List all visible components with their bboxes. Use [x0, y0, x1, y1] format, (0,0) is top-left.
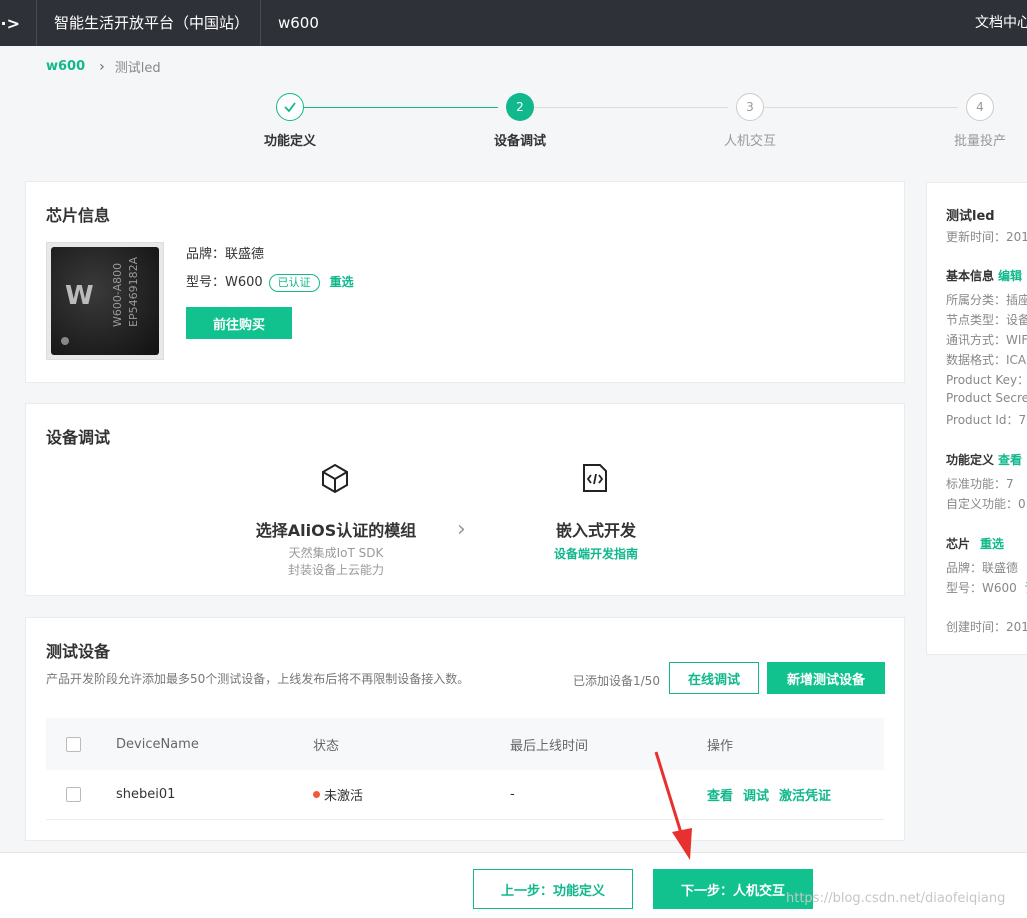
- breadcrumb-current: 测试led: [114, 61, 161, 76]
- side-chip-heading: 芯片 重选: [946, 535, 1004, 552]
- device-name: shebei01: [116, 787, 176, 802]
- device-actions: 查看 调试 激活凭证: [707, 770, 841, 819]
- row-checkbox[interactable]: [66, 787, 81, 802]
- progress-steps: 2 3 4 功能定义 设备调试 人机交互 批量投产: [0, 92, 1027, 152]
- prev-step-button[interactable]: 上一步：功能定义: [473, 869, 633, 909]
- certified-badge: 已认证: [268, 274, 320, 292]
- breadcrumb-parent[interactable]: w600: [46, 59, 85, 74]
- chip-image: W W600-A800 EP5469182A: [46, 242, 164, 360]
- watermark: https://blog.csdn.net/diaofeiqiang: [786, 891, 1006, 906]
- online-debug-button[interactable]: 在线调试: [669, 662, 759, 694]
- test-devices-note: 产品开发阶段允许添加最多50个测试设备，上线发布后将不再限制设备接入数。: [46, 672, 470, 686]
- chip-print-1: W600-A800: [111, 262, 124, 327]
- cube-icon: [320, 462, 350, 498]
- side-func-row: 标准功能：7: [946, 477, 1014, 491]
- step-connector: [534, 107, 728, 108]
- step-2-circle[interactable]: 2: [506, 93, 534, 121]
- step-1-label[interactable]: 功能定义: [264, 130, 316, 149]
- device-debug-title: 设备调试: [46, 428, 111, 447]
- embedded-dev-option[interactable]: 嵌入式开发 设备端开发指南: [526, 517, 666, 562]
- added-count: 已添加设备1/50: [573, 674, 660, 688]
- side-basic-row: 数据格式：ICA: [946, 353, 1027, 367]
- chip-pin-dot: [61, 337, 69, 345]
- add-test-device-button[interactable]: 新增测试设备: [767, 662, 885, 694]
- col-devicename: DeviceName: [116, 736, 199, 752]
- side-chip-title: 芯片: [946, 537, 971, 551]
- step-3-label[interactable]: 人机交互: [724, 130, 776, 149]
- chip-model: 型号：W600: [186, 275, 263, 290]
- module-option-sub1: 天然集成IoT SDK: [288, 546, 384, 560]
- side-chip-model: 型号：W600: [946, 581, 1017, 595]
- code-file-icon: [580, 462, 610, 498]
- side-basic-edit[interactable]: 编辑: [998, 269, 1022, 283]
- step-connector: [764, 107, 958, 108]
- side-func-view[interactable]: 查看: [998, 453, 1022, 467]
- test-devices-card: 测试设备 产品开发阶段允许添加最多50个测试设备，上线发布后将不再限制设备接入数…: [25, 617, 905, 841]
- module-option-sub2: 封装设备上云能力: [287, 563, 384, 577]
- devices-table: DeviceName 状态 最后上线时间 操作 shebei01 未激活 - 查…: [46, 718, 884, 820]
- activation-credential-action[interactable]: 激活凭证: [779, 785, 831, 804]
- product-name[interactable]: w600: [261, 14, 319, 32]
- side-basic-title: 基本信息: [946, 269, 995, 283]
- annotation-arrow-icon: [654, 751, 692, 860]
- step-4-label[interactable]: 批量投产: [954, 130, 1006, 149]
- module-option[interactable]: 选择AliOS认证的模组 天然集成IoT SDK 封装设备上云能力: [236, 517, 436, 579]
- chevron-right-icon: ›: [99, 58, 105, 75]
- test-devices-title: 测试设备: [46, 642, 111, 661]
- select-all-checkbox[interactable]: [66, 736, 81, 752]
- chip-logo-icon: W: [65, 281, 94, 311]
- chip-info-title: 芯片信息: [46, 206, 111, 225]
- side-basic-row: Product Id：70: [946, 413, 1027, 427]
- docs-link[interactable]: 文档中心: [975, 0, 1027, 46]
- col-status: 状态: [313, 738, 340, 754]
- chip-brand: 品牌：联盛德: [186, 247, 265, 262]
- side-chip-row: 型号：W600详: [946, 579, 1027, 596]
- col-last-online: 最后上线时间: [510, 738, 589, 754]
- chip-print-2: EP5469182A: [127, 256, 140, 327]
- side-product-title: 测试led: [946, 209, 995, 224]
- view-action[interactable]: 查看: [707, 785, 733, 804]
- step-4-circle[interactable]: 4: [966, 93, 994, 121]
- side-chip-reselect[interactable]: 重选: [980, 537, 1004, 551]
- side-created: 创建时间：201: [946, 620, 1027, 634]
- side-updated: 更新时间：201: [946, 230, 1027, 244]
- reselect-chip-link[interactable]: 重选: [330, 275, 354, 289]
- module-option-title: 选择AliOS认证的模组: [255, 521, 417, 540]
- device-status-text: 未激活: [324, 789, 364, 804]
- device-dev-guide-link[interactable]: 设备端开发指南: [526, 545, 666, 562]
- side-basic-row: 节点类型：设备: [946, 313, 1027, 327]
- side-func-heading: 功能定义 查看: [946, 451, 1022, 468]
- chip-info-card: 芯片信息 W W600-A800 EP5469182A 品牌：联盛德 型号：W6…: [25, 181, 905, 383]
- step-3-circle[interactable]: 3: [736, 93, 764, 121]
- side-basic-heading: 基本信息 编辑: [946, 267, 1022, 284]
- debug-action[interactable]: 调试: [743, 785, 769, 804]
- col-actions: 操作: [707, 738, 734, 754]
- product-info-panel: 测试led 更新时间：201 基本信息 编辑 所属分类：插座 节点类型：设备 通讯…: [926, 182, 1027, 655]
- buy-button[interactable]: 前往购买: [186, 307, 292, 339]
- side-chip-row: 品牌：联盛德: [946, 561, 1019, 575]
- status-dot-icon: [313, 791, 320, 798]
- chip-model-row: 型号：W600 已认证 重选: [186, 271, 354, 292]
- top-nav-bar: <·> 智能生活开放平台（中国站） w600 文档中心: [0, 0, 1027, 46]
- step-1-check-icon[interactable]: [276, 93, 304, 121]
- platform-name[interactable]: 智能生活开放平台（中国站）: [37, 0, 261, 46]
- step-2-label[interactable]: 设备调试: [494, 130, 546, 149]
- side-basic-row: 所属分类：插座: [946, 293, 1027, 307]
- breadcrumb: w600 › 测试led: [46, 57, 161, 77]
- embedded-dev-title: 嵌入式开发: [555, 521, 636, 540]
- side-basic-row: 通讯方式：WIFI: [946, 333, 1027, 347]
- logo[interactable]: <·>: [0, 0, 37, 46]
- device-status: 未激活: [313, 770, 363, 819]
- footer-bar: 上一步：功能定义 下一步：人机交互: [0, 852, 1027, 918]
- side-func-row: 自定义功能：0: [946, 497, 1026, 511]
- side-func-title: 功能定义: [946, 453, 995, 467]
- chevron-right-icon: ›: [457, 517, 466, 542]
- step-connector: [304, 107, 498, 108]
- side-basic-row: Product Secret: [946, 391, 1027, 405]
- device-last-online: -: [510, 787, 515, 802]
- device-debug-card: 设备调试 选择AliOS认证的模组 天然集成IoT SDK 封装设备上云能力 ›…: [25, 403, 905, 596]
- table-row: shebei01 未激活 - 查看 调试 激活凭证: [46, 770, 884, 820]
- side-basic-row: Product Key：a: [946, 373, 1027, 387]
- table-header: DeviceName 状态 最后上线时间 操作: [46, 718, 884, 770]
